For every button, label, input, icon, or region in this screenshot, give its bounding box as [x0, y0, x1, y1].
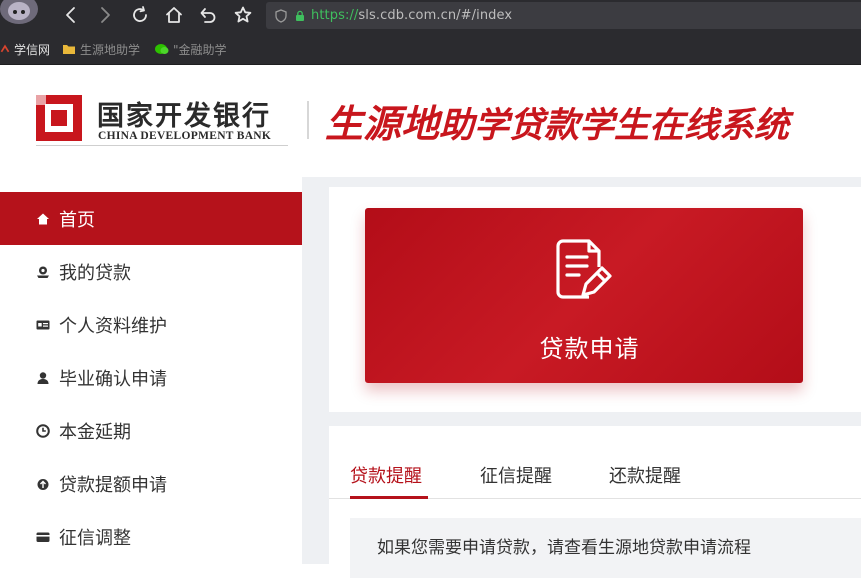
upgrade-icon — [35, 476, 50, 491]
reminder-message: 如果您需要申请贷款，请查看生源地贷款申请流程 — [377, 538, 751, 558]
reminder-card: 贷款提醒 征信提醒 还款提醒 如果您需要申请贷款，请查看生源地贷款申请流程 — [329, 426, 861, 578]
tab-repayment-reminder[interactable]: 还款提醒 — [609, 462, 681, 488]
browser-toolbar: https://sls.cdb.com.cn/#/index — [0, 0, 861, 31]
bookmark-star-button[interactable] — [230, 3, 256, 27]
address-bar[interactable]: https://sls.cdb.com.cn/#/index — [266, 2, 861, 29]
sidebar-item-credit-adjustment[interactable]: 征信调整 — [0, 510, 302, 563]
sidebar-item-label: 毕业确认申请 — [59, 369, 167, 390]
reminder-message-box: 如果您需要申请贷款，请查看生源地贷款申请流程 — [350, 518, 861, 578]
sidebar-item-principal-deferral[interactable]: 本金延期 — [0, 404, 302, 457]
forward-arrow-icon — [101, 7, 110, 23]
site-header: 国家开发银行 CHINA DEVELOPMENT BANK 生源地助学贷款学生在… — [0, 65, 861, 177]
url-text: https://sls.cdb.com.cn/#/index — [311, 8, 512, 23]
system-title-emphasis: 生源地 — [325, 102, 440, 146]
reminder-tabs: 贷款提醒 征信提醒 还款提醒 — [329, 426, 861, 500]
bookmark-item[interactable]: "金融助学 — [155, 40, 227, 58]
graduate-icon — [35, 370, 50, 385]
reload-icon — [133, 6, 147, 22]
card-icon — [35, 529, 50, 544]
bank-name-cn: 国家开发银行 — [97, 101, 271, 132]
sidebar-item-home[interactable]: 首页 — [0, 192, 302, 245]
bookmarks-bar: 学信网 生源地助学 "金融助学 — [0, 31, 861, 65]
sidebar-item-graduation[interactable]: 毕业确认申请 — [0, 351, 302, 404]
bookmark-item[interactable]: 学信网 — [0, 40, 50, 58]
sidebar-item-label: 贷款提额申请 — [59, 475, 167, 496]
header-divider — [307, 101, 309, 139]
cdb-logo-mark[interactable] — [36, 95, 82, 141]
lock-icon — [296, 10, 304, 21]
main-content: 贷款申请 贷款提醒 征信提醒 还款提醒 如果您需要申请贷款，请查看生源地贷款申请… — [302, 177, 861, 578]
url-path: sls.cdb.com.cn/#/index — [358, 8, 513, 23]
bookmark-label: 学信网 — [14, 42, 51, 57]
page: 国家开发银行 CHINA DEVELOPMENT BANK 生源地助学贷款学生在… — [0, 65, 861, 578]
apply-card: 贷款申请 — [329, 187, 861, 412]
sidebar-item-label: 个人资料维护 — [59, 316, 167, 337]
profile-avatar[interactable] — [0, 0, 38, 24]
site-favicon-icon — [0, 44, 10, 53]
back-arrow-icon — [66, 7, 75, 23]
clock-icon — [35, 423, 50, 438]
sidebar-item-label: 我的贷款 — [59, 263, 131, 284]
avatar-face — [8, 2, 30, 20]
document-edit-icon — [556, 239, 612, 299]
forward-button[interactable] — [92, 3, 118, 27]
sidebar-item-loan-increase[interactable]: 贷款提额申请 — [0, 457, 302, 510]
home-icon — [35, 211, 50, 226]
loan-apply-label: 贷款申请 — [539, 335, 640, 363]
tab-loan-reminder[interactable]: 贷款提醒 — [350, 462, 422, 488]
undo-icon — [200, 8, 216, 23]
bookmark-item[interactable]: 生源地助学 — [62, 40, 140, 58]
wechat-icon — [155, 44, 169, 54]
folder-icon — [63, 45, 75, 54]
id-card-icon — [35, 317, 50, 332]
logo-underline — [36, 145, 288, 146]
sidebar-item-profile[interactable]: 个人资料维护 — [0, 298, 302, 351]
bank-name-en: CHINA DEVELOPMENT BANK — [98, 130, 272, 142]
shield-icon — [275, 8, 287, 23]
home-button[interactable] — [161, 3, 187, 27]
sidebar-item-label: 本金延期 — [59, 422, 131, 443]
house-icon — [166, 7, 182, 23]
url-scheme: https:// — [311, 8, 359, 23]
bookmark-label: "金融助学 — [173, 42, 227, 57]
avatar-eye-right — [21, 10, 25, 14]
system-title: 生源地助学贷款学生在线系统 — [325, 93, 789, 148]
sidebar-item-my-loans[interactable]: 我的贷款 — [0, 245, 302, 298]
loan-apply-button[interactable]: 贷款申请 — [365, 208, 803, 383]
undo-button[interactable] — [195, 3, 221, 27]
avatar-eye-left — [13, 10, 17, 14]
bookmark-label: 生源地助学 — [80, 42, 141, 57]
loan-icon — [35, 264, 50, 279]
reload-button[interactable] — [127, 3, 153, 27]
sidebar-item-label: 首页 — [59, 210, 95, 231]
active-tab-indicator — [350, 496, 428, 499]
system-title-rest: 助学贷款学生在线系统 — [439, 106, 790, 146]
star-icon — [234, 6, 252, 23]
back-button[interactable] — [58, 3, 84, 27]
logo-core — [51, 110, 67, 126]
sidebar-item-label: 征信调整 — [59, 528, 131, 549]
sidebar: 首页 我的贷款 个人资料维护 毕业确认申请 本金延期 贷款提额申请 征信调整 — [0, 177, 302, 564]
tab-credit-reminder[interactable]: 征信提醒 — [480, 462, 552, 488]
